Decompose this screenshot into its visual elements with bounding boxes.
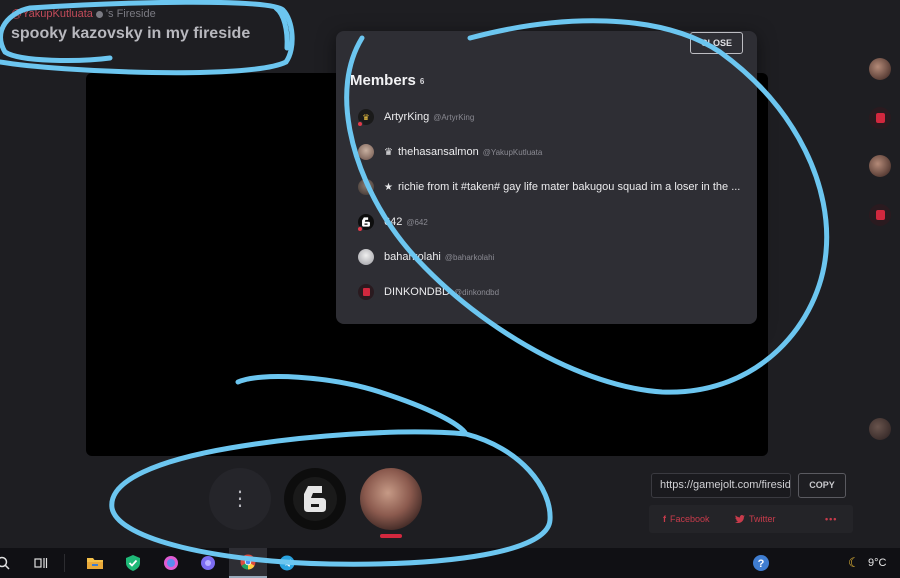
member-name: DINKONDBD — [384, 286, 451, 298]
member-avatar — [358, 179, 374, 195]
weather-temperature[interactable]: 9°C — [868, 548, 900, 578]
member-avatar — [357, 214, 374, 232]
members-count: 6 — [419, 76, 425, 86]
help-icon[interactable]: ? — [750, 548, 772, 578]
member-avatar — [358, 284, 374, 300]
twitter-label: Twitter — [749, 514, 776, 524]
facebook-icon: f — [663, 514, 666, 524]
share-url-field[interactable]: https://gamejolt.com/fireside — [651, 473, 791, 498]
member-row[interactable]: ♛ ArtyrKing @ArtyrKing — [357, 107, 475, 127]
copy-button[interactable]: COPY — [798, 473, 846, 498]
windows-taskbar: ? ☾ 9°C — [0, 548, 900, 578]
facebook-label: Facebook — [670, 514, 710, 524]
member-row[interactable]: 642 @642 — [357, 212, 428, 232]
share-twitter-button[interactable]: Twitter — [735, 514, 776, 524]
member-handle: @ArtyrKing — [433, 112, 475, 122]
members-title: Members 6 — [350, 72, 424, 89]
host-username[interactable]: @YakupKutluata — [11, 8, 93, 20]
member-name: baharkolahi — [384, 251, 441, 263]
svg-text:?: ? — [758, 558, 765, 570]
chrome-icon[interactable] — [229, 548, 267, 578]
telegram-icon[interactable] — [276, 548, 298, 578]
fireside-title: spooky kazovsky in my fireside — [11, 25, 251, 42]
participant-tile-host[interactable] — [360, 468, 422, 530]
member-row[interactable]: DINKONDBD @dinkondbd — [358, 282, 499, 302]
six-logo-icon — [293, 477, 337, 521]
member-avatar: ♛ — [357, 109, 374, 127]
members-popup: CLOSE Members 6 ♛ ArtyrKing @ArtyrKing ♛ … — [336, 31, 757, 324]
side-avatar[interactable] — [869, 204, 891, 226]
speaking-indicator — [380, 534, 402, 538]
participant-tile-642[interactable] — [284, 468, 346, 530]
member-name: 642 — [384, 216, 403, 228]
close-button[interactable]: CLOSE — [690, 32, 743, 54]
member-name: richie from it #taken# gay life mater ba… — [397, 181, 741, 193]
members-title-label: Members — [350, 72, 416, 89]
online-status-icon — [357, 226, 363, 232]
side-avatar[interactable] — [869, 155, 891, 177]
chat-app-icon[interactable] — [197, 548, 219, 578]
host-suffix: 's Fireside — [105, 8, 156, 20]
star-icon: ★ — [384, 181, 393, 193]
taskbar-divider — [64, 554, 65, 572]
online-status-icon — [357, 121, 363, 127]
verified-dot-icon — [95, 10, 103, 18]
side-avatar[interactable] — [869, 58, 891, 80]
share-facebook-button[interactable]: f Facebook — [663, 514, 710, 524]
weather-moon-icon: ☾ — [848, 555, 860, 570]
task-view-icon[interactable] — [30, 548, 52, 578]
member-avatar — [358, 144, 374, 160]
member-row[interactable]: ★ richie from it #taken# gay life mater … — [358, 177, 740, 197]
member-row[interactable]: baharkolahi @baharkolahi — [358, 247, 494, 267]
share-more-button[interactable]: ••• — [825, 514, 837, 524]
member-row[interactable]: ♛ thehasansalmon @YakupKutluata — [358, 142, 542, 162]
side-avatar[interactable] — [869, 418, 891, 440]
member-handle: @YakupKutluata — [482, 147, 543, 157]
member-handle: @dinkondbd — [454, 287, 500, 297]
member-avatar — [358, 249, 374, 265]
security-shield-icon[interactable] — [122, 548, 144, 578]
side-avatar[interactable] — [869, 107, 891, 129]
share-row: f Facebook Twitter ••• — [649, 505, 853, 533]
vertical-dots-icon: ⋮ — [230, 488, 250, 510]
host-line: @YakupKutluata 's Fireside — [11, 8, 156, 22]
member-name: ArtyrKing — [384, 111, 430, 123]
member-handle: @baharkolahi — [444, 252, 495, 262]
app-icon[interactable] — [160, 548, 182, 578]
more-options-button[interactable]: ⋮ — [209, 468, 271, 530]
crown-icon: ♛ — [384, 146, 393, 158]
file-explorer-icon[interactable] — [84, 548, 106, 578]
twitter-icon — [735, 514, 745, 523]
member-handle: @642 — [406, 217, 428, 227]
search-icon[interactable] — [0, 548, 14, 578]
member-name: thehasansalmon — [397, 146, 479, 158]
